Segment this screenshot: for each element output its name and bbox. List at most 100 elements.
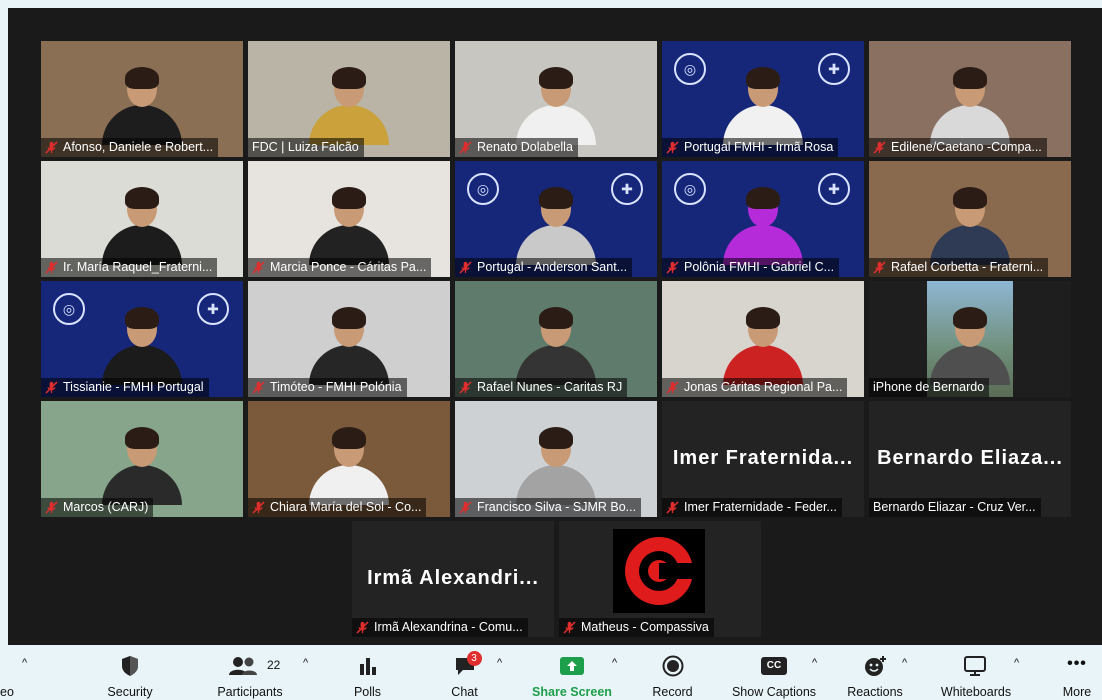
chat-caret-icon[interactable]: ^ [497,657,502,669]
participant-name: Portugal - Anderson Sant... [477,260,628,274]
participant-tile[interactable]: Rafael Nunes - Caritas RJ [455,281,657,397]
fraternidade-logo-icon: ✚ [818,53,850,85]
participant-name: Rafael Nunes - Caritas RJ [477,380,623,394]
participant-tile[interactable]: Edilene/Caetano -Compa... [869,41,1071,157]
participant-name-tag: Edilene/Caetano -Compa... [869,138,1047,157]
fraternidade-logo-icon: ◎ [53,293,85,325]
participant-name: Irmã Alexandrina - Comu... [374,620,523,634]
participant-name-tag: Renato Dolabella [455,138,578,157]
captions-caret-icon[interactable]: ^ [812,657,817,669]
whiteboards-caret-icon[interactable]: ^ [1014,657,1019,669]
fraternidade-logo-icon: ✚ [818,173,850,205]
participant-tile[interactable]: ◎ ✚ Tissianie - FMHI Portugal [41,281,243,397]
participant-tile[interactable]: Irmã Alexandri... Irmã Alexandrina - Comu… [352,521,554,637]
participant-name-tag: Marcos (CARJ) [41,498,154,517]
participant-name-tag: Irmã Alexandrina - Comu... [352,618,528,637]
participant-name-tag: Polônia FMHI - Gabriel C... [662,258,840,277]
security-label: Security [107,685,153,699]
participant-tile[interactable]: Timóteo - FMHI Polónia [248,281,450,397]
video-caret-icon[interactable]: ^ [22,657,27,669]
participant-name: Matheus - Compassiva [581,620,709,634]
participant-tile[interactable]: Bernardo Eliaza... Bernardo Eliazar - Cru… [869,401,1071,517]
participant-tile[interactable]: Chiara María del Sol - Co... [248,401,450,517]
more-button[interactable]: ••• More [1052,645,1102,700]
participant-tile[interactable]: ◎ ✚ Portugal - Anderson Sant... [455,161,657,277]
chat-badge: 3 [466,651,482,666]
share-screen-button[interactable]: ^ Share Screen [528,645,617,700]
participant-tile[interactable]: Imer Fraternida... Imer Fraternidade - Fe… [662,401,864,517]
muted-mic-icon [459,261,472,274]
muted-mic-icon [666,141,679,154]
participant-name: Tissianie - FMHI Portugal [63,380,204,394]
participant-name-tag: Portugal - Anderson Sant... [455,258,633,277]
participant-name: Portugal FMHI - Irmã Rosa [684,140,834,154]
participant-name-tag: Portugal FMHI - Irmã Rosa [662,138,839,157]
reactions-caret-icon[interactable]: ^ [902,657,907,669]
chat-button[interactable]: 3 ^ Chat [437,645,502,700]
participants-label: Participants [217,685,283,699]
fraternidade-logo-icon: ✚ [611,173,643,205]
participant-tile[interactable]: FDC | Luiza Falcão [248,41,450,157]
participant-name: Francisco Silva - SJMR Bo... [477,500,637,514]
participant-count: 22 [267,658,281,672]
participant-name: Edilene/Caetano -Compa... [891,140,1042,154]
participant-tile[interactable]: Marcos (CARJ) [41,401,243,517]
record-button[interactable]: Record [645,645,700,700]
participant-name: iPhone de Bernardo [873,380,985,394]
participant-name-tag: Tissianie - FMHI Portugal [41,378,209,397]
participant-tile[interactable]: iPhone de Bernardo [869,281,1071,397]
reactions-button[interactable]: ^ Reactions [840,645,910,700]
participant-name: Imer Fraternidade - Feder... [684,500,837,514]
polls-label: Polls [353,685,382,699]
participant-tile[interactable]: Ir. María Raquel_Fraterni... [41,161,243,277]
participant-name-tag: Ir. María Raquel_Fraterni... [41,258,218,277]
participant-tile[interactable]: Matheus - Compassiva [559,521,761,637]
participant-tile[interactable]: Rafael Corbetta - Fraterni... [869,161,1071,277]
participant-tile[interactable]: Afonso, Daniele e Robert... [41,41,243,157]
muted-mic-icon [45,381,58,394]
captions-label: Show Captions [731,685,817,699]
record-icon [662,655,683,677]
participant-name: Rafael Corbetta - Fraterni... [891,260,1044,274]
participant-name-tag: Bernardo Eliazar - Cruz Ver... [869,498,1041,517]
show-captions-button[interactable]: CC ^ Show Captions [724,645,824,700]
participant-tile[interactable]: Francisco Silva - SJMR Bo... [455,401,657,517]
participant-tile[interactable]: ◎ ✚ Portugal FMHI - Irmã Rosa [662,41,864,157]
fraternidade-logo-icon: ◎ [674,173,706,205]
shield-icon [122,656,138,676]
more-dots-icon: ••• [1067,655,1087,672]
toolbar-video-partial[interactable]: ^ eo [0,645,40,700]
participant-name: Chiara María del Sol - Co... [270,500,422,514]
muted-mic-icon [252,261,265,274]
more-label: More [1062,685,1092,699]
whiteboard-icon [964,656,986,676]
video-label-partial: eo [0,685,14,699]
polls-button[interactable]: Polls [340,645,395,700]
chat-label: Chat [451,685,478,699]
muted-mic-icon [666,501,679,514]
participant-tile[interactable]: Marcia Ponce - Cáritas Pa... [248,161,450,277]
security-button[interactable]: Security [95,645,165,700]
whiteboards-button[interactable]: ^ Whiteboards [930,645,1022,700]
participant-display-name: Bernardo Eliaza... [877,447,1063,469]
zoom-window: Afonso, Daniele e Robert... FDC | Luiza F… [8,8,1102,700]
captions-icon: CC [761,657,787,675]
participants-icon [229,657,257,675]
participants-button[interactable]: 22 ^ Participants [205,645,308,700]
muted-mic-icon [45,141,58,154]
muted-mic-icon [45,261,58,274]
share-caret-icon[interactable]: ^ [612,657,617,669]
reactions-label: Reactions [847,685,903,699]
participants-caret-icon[interactable]: ^ [303,657,308,669]
muted-mic-icon [563,621,576,634]
share-screen-label: Share Screen [532,685,612,699]
reactions-icon [865,656,886,676]
chat-icon: 3 [454,651,482,677]
participant-name: Timóteo - FMHI Polónia [270,380,402,394]
gallery-grid: Afonso, Daniele e Robert... FDC | Luiza F… [8,8,1102,648]
participant-tile[interactable]: ◎ ✚ Polônia FMHI - Gabriel C... [662,161,864,277]
participant-name: Marcia Ponce - Cáritas Pa... [270,260,427,274]
participant-name: FDC | Luiza Falcão [252,140,359,154]
participant-tile[interactable]: Jonas Cáritas Regional Pa... [662,281,864,397]
participant-tile[interactable]: Renato Dolabella [455,41,657,157]
